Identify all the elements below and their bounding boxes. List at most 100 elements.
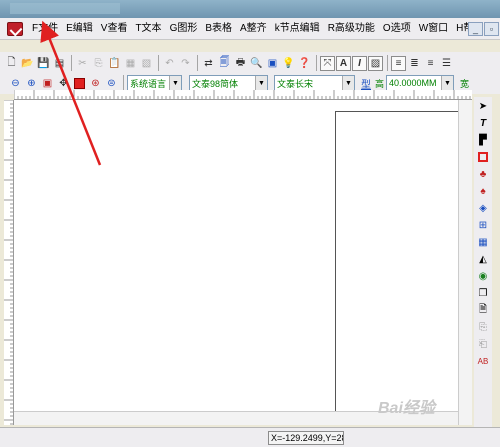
print-preview-icon[interactable]: ▤ [52, 56, 67, 71]
table-icon[interactable]: ▦ [476, 235, 490, 249]
help-icon[interactable]: ❓ [297, 56, 312, 71]
import-icon[interactable]: ⇄ [201, 56, 216, 71]
zoom-out-icon[interactable]: ⊖ [8, 76, 23, 91]
open-icon[interactable]: 📂 [20, 56, 35, 71]
height-label: 高 [375, 78, 385, 89]
width-label: 宽 [460, 78, 470, 89]
menu-graphics[interactable]: G图形 [166, 18, 202, 40]
page-left-edge [335, 111, 336, 425]
paste-style-icon[interactable]: ⎗ [476, 337, 490, 351]
clear-icon[interactable]: ▧ [139, 56, 154, 71]
tip-icon[interactable]: 💡 [281, 56, 296, 71]
chevron-down-icon: ▼ [169, 76, 181, 90]
ruler-ticks-left [4, 100, 13, 425]
copy-style-icon[interactable]: ⎘ [476, 320, 490, 334]
language-select-value: 系统语言 [130, 78, 167, 89]
font2-select-value: 文泰长宋 [277, 78, 314, 89]
new-icon[interactable]: 🗋 [4, 56, 19, 71]
mdi-restore-button[interactable]: ▫ [484, 22, 499, 36]
align-justify-icon[interactable]: ☰ [439, 56, 454, 71]
separator [71, 55, 72, 71]
menu-window[interactable]: W窗口 [415, 18, 452, 40]
status-bar: X=-129.2499,Y=28 [0, 427, 500, 447]
separator [123, 75, 124, 91]
separator [316, 55, 317, 71]
text-frame-icon[interactable]: ▨ [368, 55, 383, 71]
menu-advanced[interactable]: R高级功能 [324, 18, 379, 40]
zoom-select-icon[interactable]: ⊛ [88, 76, 103, 91]
chevron-down-icon: ▼ [342, 76, 354, 90]
undo-icon[interactable]: ↶ [162, 56, 177, 71]
page-top-edge [335, 111, 472, 112]
menu-text[interactable]: T文本 [131, 18, 165, 40]
menu-node-edit[interactable]: k节点编辑 [271, 18, 324, 40]
text-tool-icon[interactable]: T [476, 116, 490, 130]
font-select[interactable]: 文泰98简体 ▼ [189, 75, 268, 91]
main-toolbar: 🗋 📂 💾 ▤ ✂ ⎘ 📋 ▦ ▧ ↶ ↷ ⇄ 🗐 🖶 🔍 ▣ 💡 ❓ ⤧ A … [0, 52, 500, 74]
menu-align[interactable]: A整齐 [236, 18, 271, 40]
size-type-label[interactable]: 型 [361, 76, 371, 91]
app-logo-icon[interactable] [7, 21, 23, 36]
image-icon[interactable]: ⊞ [476, 218, 490, 232]
shapes-icon[interactable]: ◈ [476, 201, 490, 215]
redo-icon[interactable]: ↷ [178, 56, 193, 71]
cut-icon[interactable]: ✂ [75, 56, 90, 71]
menu-edit[interactable]: E编辑 [62, 18, 97, 40]
separator [158, 55, 159, 71]
zoom-fit-icon[interactable]: ⊜ [104, 76, 119, 91]
height-input-value: 40.0000MM [389, 78, 437, 88]
preview-icon[interactable]: 🔍 [249, 56, 264, 71]
zoom-in-icon[interactable]: ⊕ [24, 76, 39, 91]
color-icon[interactable]: ◉ [476, 269, 490, 283]
printer-icon[interactable]: 🖶 [233, 56, 248, 71]
menu-options[interactable]: O选项 [379, 18, 415, 40]
language-select[interactable]: 系统语言 ▼ [127, 75, 182, 91]
italic-icon[interactable]: I [352, 55, 367, 71]
align-left-icon[interactable]: ≡ [391, 55, 406, 71]
pan-icon[interactable]: ✥ [56, 76, 71, 91]
node-tool-icon[interactable]: ⤧ [320, 55, 335, 71]
ruler-ticks-top [14, 90, 471, 99]
red-square-icon[interactable] [72, 76, 87, 91]
window-titlebar [0, 0, 500, 18]
fill-icon[interactable]: ♣ [476, 167, 490, 181]
mdi-minimize-button[interactable]: _ [468, 22, 483, 36]
font-select-value: 文泰98简体 [192, 78, 239, 89]
pointer-icon[interactable]: ➤ [476, 99, 490, 113]
text-a-icon[interactable]: A [336, 55, 351, 71]
font2-select[interactable]: 文泰长宋 ▼ [274, 75, 355, 91]
menu-bar: F文件 E编辑 V查看 T文本 G图形 B表格 A整齐 k节点编辑 R高级功能 … [0, 18, 500, 40]
edit-page-icon[interactable]: 🗐 [217, 56, 232, 71]
height-input[interactable]: 40.0000MM ▼ [386, 75, 455, 91]
menu-table[interactable]: B表格 [201, 18, 236, 40]
separator [387, 55, 388, 71]
chevron-down-icon: ▼ [441, 76, 454, 90]
paste-icon[interactable]: 📋 [107, 56, 122, 71]
align-center-icon[interactable]: ≣ [407, 56, 422, 71]
menu-view[interactable]: V查看 [97, 18, 132, 40]
paint-bucket-icon[interactable]: ◭ [476, 252, 490, 266]
chevron-down-icon: ▼ [255, 76, 267, 90]
save-icon[interactable]: 💾 [36, 56, 51, 71]
zoom-page-icon[interactable]: ▣ [40, 76, 55, 91]
copy-icon[interactable]: ⎘ [91, 56, 106, 71]
title-blur [10, 3, 120, 14]
document-canvas[interactable] [14, 100, 472, 425]
vertical-ruler [4, 100, 14, 425]
text-shape-icon[interactable]: ▛ [476, 133, 490, 147]
rectangle-icon[interactable] [476, 150, 490, 164]
page-icon[interactable]: 🗎 [476, 303, 490, 317]
separator [197, 55, 198, 71]
horizontal-ruler [14, 90, 472, 100]
menu-file[interactable]: F文件 [28, 18, 62, 40]
align-right-icon[interactable]: ≡ [423, 56, 438, 71]
layers-icon[interactable]: ❐ [476, 286, 490, 300]
paste-special-icon[interactable]: ▦ [123, 56, 138, 71]
color-fill-icon[interactable]: ♠ [476, 184, 490, 198]
text-ab-icon[interactable]: AB [476, 354, 490, 368]
watermark: Bai经验 [378, 400, 435, 417]
right-toolbox: ➤ T ▛ ♣ ♠ ◈ ⊞ ▦ ◭ ◉ ❐ 🗎 ⎘ ⎗ AB [474, 97, 492, 427]
cursor-coordinates: X=-129.2499,Y=28 [268, 431, 344, 445]
vertical-scrollbar[interactable] [458, 100, 472, 425]
frame-icon[interactable]: ▣ [265, 56, 280, 71]
